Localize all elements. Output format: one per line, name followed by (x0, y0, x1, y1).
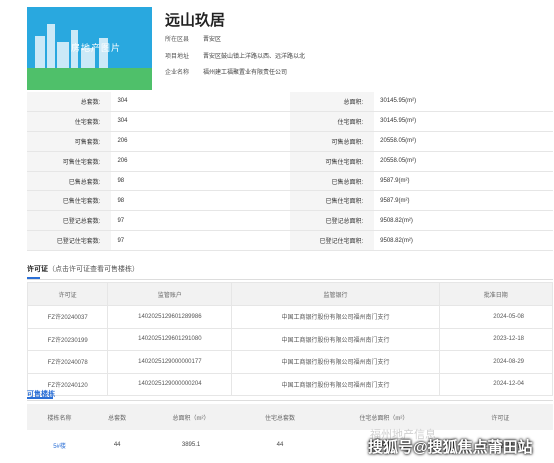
permit-cell: 中国工商银行股份有限公司福州南门支行 (231, 305, 440, 329)
sohu-watermark: 搜狐号@搜狐焦点莆田站 (368, 439, 533, 456)
info-label: 企业名称 (165, 70, 190, 76)
building-name-link[interactable]: 5#楼 (27, 430, 92, 460)
column-header: 许可证 (26, 282, 109, 306)
permit-cell: 中国工商银行股份有限公司福州南门支行 (231, 327, 440, 351)
stat-value: 9587.9(m²) (374, 171, 553, 192)
stat-value: 304 (111, 111, 290, 132)
info-value: 晋安区鼓山镇上洋路以西、远洋路以北 (203, 54, 306, 60)
stat-label: 已登记住宅面积: (289, 230, 375, 252)
column-header: 监管账户 (107, 282, 233, 306)
project-thumbnail: 房地产图片 (27, 7, 152, 90)
stat-value: 206 (111, 131, 290, 152)
info-label: 所在区县 (165, 37, 190, 43)
stat-label: 已售总套数: (27, 171, 112, 192)
stat-label: 已售住宅套数: (27, 190, 112, 212)
tab-permit-label: 许可证 (27, 266, 48, 273)
permit-cell: FZ许20240037 (26, 305, 109, 329)
stat-label: 总面积: (289, 92, 375, 112)
info-label: 项目地址 (165, 54, 190, 60)
project-title: 远山玖居 (165, 12, 226, 29)
info-address: 项目地址 晋安区鼓山镇上洋路以西、远洋路以北 (165, 53, 305, 61)
column-header: 楼栋名称 (27, 404, 93, 430)
stats-row: 已售住宅套数: 98 已售住宅面积: 9587.9(m²) (27, 190, 553, 212)
permit-table: 许可证 监管账户 监管银行 批准日期 FZ许20240037 1402025129601… (26, 282, 554, 396)
stat-value: 9587.9(m²) (374, 190, 553, 212)
permit-cell: 1402025129601289986 (107, 305, 233, 329)
permit-row[interactable]: FZ许20230199 1402025129601291080 中国工商银行股份有限… (26, 327, 554, 351)
stat-label: 已登记总面积: (289, 210, 375, 232)
stats-row: 住宅套数: 304 住宅面积: 30145.95(m²) (27, 111, 553, 132)
sale-tabbar: 可售楼栋 (27, 386, 553, 401)
info-company: 企业名称 福州建工福聚置业有限责任公司 (165, 69, 287, 77)
stats-row: 已售总套数: 98 已售总面积: 9587.9(m²) (27, 171, 553, 192)
stat-value: 97 (111, 230, 290, 252)
stat-value: 97 (111, 210, 290, 232)
column-header: 监管银行 (231, 282, 440, 306)
permit-cell: 2023-12-18 (438, 327, 554, 351)
stats-row: 可售套数: 206 可售总面积: 20558.05(m²) (27, 131, 553, 152)
stat-label: 住宅面积: (289, 111, 375, 132)
permit-row[interactable]: FZ许20240078 1402025129000000177 中国工商银行股份有限… (26, 350, 554, 374)
permit-cell: 2024-05-08 (438, 305, 554, 329)
stat-label: 总套数: (27, 92, 112, 112)
stat-value: 304 (111, 92, 290, 112)
building-cell: 44 (276, 442, 284, 448)
thumbnail-watermark: 房地产图片 (71, 43, 122, 53)
permit-cell: 1402025129000000177 (107, 350, 233, 374)
tab-active-indicator (27, 277, 40, 279)
column-header: 总面积（m²） (142, 404, 240, 430)
permit-cell: 中国工商银行股份有限公司福州南门支行 (231, 350, 440, 374)
info-district: 所在区县 晋安区 (165, 36, 221, 44)
stat-label: 可售总面积: (289, 131, 375, 152)
stat-value: 206 (111, 151, 290, 172)
stat-value: 9508.82(m²) (374, 230, 553, 252)
building-cell: 3895.1 (181, 442, 201, 448)
stat-value: 20558.05(m²) (374, 131, 553, 152)
permit-cell: FZ许20240078 (26, 350, 109, 374)
stat-label: 可售住宅面积: (289, 151, 375, 172)
info-value: 福州建工福聚置业有限责任公司 (203, 70, 288, 76)
stat-label: 已售住宅面积: (289, 190, 375, 212)
stat-value: 9508.82(m²) (374, 210, 553, 232)
stats-row: 可售住宅套数: 206 可售住宅面积: 20558.05(m²) (27, 151, 553, 172)
info-value: 晋安区 (203, 37, 222, 43)
stat-label: 已登记住宅套数: (27, 230, 112, 252)
stat-label: 可售套数: (27, 131, 112, 152)
column-header: 批准日期 (438, 282, 554, 306)
permit-cell: 2024-08-29 (438, 350, 554, 374)
stats-table: 总套数: 304 总面积: 30145.95(m²) 住宅套数: 304 住宅面积: 3014… (27, 92, 553, 252)
stats-row: 已登记住宅套数: 97 已登记住宅面积: 9508.82(m²) (27, 230, 553, 252)
stat-value: 30145.95(m²) (374, 92, 553, 112)
permit-cell: 1402025129601291080 (107, 327, 233, 351)
stat-label: 住宅套数: (27, 111, 112, 132)
column-header: 许可证 (447, 404, 553, 430)
column-header: 总套数 (92, 404, 143, 430)
stats-row: 已登记总套数: 97 已登记总面积: 9508.82(m²) (27, 210, 553, 232)
permit-row[interactable]: FZ许20240037 1402025129601289986 中国工商银行股份有限… (26, 305, 554, 329)
permit-cell: FZ许20230199 (26, 327, 109, 351)
stat-value: 98 (111, 171, 290, 192)
stat-value: 20558.05(m²) (374, 151, 553, 172)
project-header: 房地产图片 远山玖居 所在区县 晋安区 项目地址 晋安区鼓山镇上洋路以西、远洋路以北… (0, 0, 554, 92)
stat-label: 可售住宅套数: (27, 151, 112, 172)
column-header: 住宅总套数 (239, 404, 321, 430)
stat-value: 30145.95(m²) (374, 111, 553, 132)
stat-value: 98 (111, 190, 290, 212)
tab-permit-hint: （点击许可证查看可售楼栋） (48, 266, 139, 273)
stat-label: 已登记总套数: (27, 210, 112, 232)
stats-row: 总套数: 304 总面积: 30145.95(m²) (27, 92, 553, 112)
stat-label: 已售总面积: (289, 171, 375, 192)
tab-permit[interactable]: 许可证（点击许可证查看可售楼栋） (27, 264, 139, 279)
tab-active-indicator (27, 397, 53, 399)
permit-tabbar: 许可证（点击许可证查看可售楼栋） (27, 261, 553, 280)
building-cell: 44 (113, 442, 121, 448)
